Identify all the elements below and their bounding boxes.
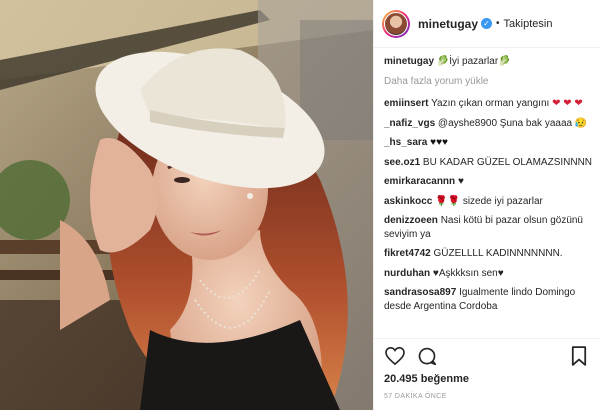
comment-item: denizzoeen Nasi kötü bi pazar olsun gözü… — [384, 214, 594, 241]
comment-text: ♥Aşkkksın sen♥ — [432, 267, 504, 279]
caption-author[interactable]: minetugay — [384, 56, 434, 67]
post-side-panel: minetugay ✓ • Takiptesin minetugay 🥬İyi … — [373, 0, 600, 410]
comment-user[interactable]: emiinsert — [384, 98, 428, 109]
avatar[interactable] — [382, 9, 410, 38]
comment-user[interactable]: fikret4742 — [384, 248, 431, 259]
comment-item: emiinsert Yazın çıkan orman yangını ❤ ❤ … — [384, 97, 594, 111]
action-bar — [374, 339, 600, 367]
comment-user[interactable]: _nafiz_vgs — [384, 118, 435, 129]
comment-text: Yazın çıkan orman yangını — [431, 98, 550, 109]
comment-item: _hs_sara ♥♥♥ — [384, 136, 594, 150]
comment-user[interactable]: _hs_sara — [384, 137, 427, 148]
comment-item: fikret4742 GÜZELLLL KADINNNNNNN. — [384, 247, 594, 261]
post-photo[interactable] — [0, 0, 373, 410]
comment-item: see.oz1 BU KADAR GÜZEL OLAMAZSINNNN — [384, 156, 594, 170]
comment-user[interactable]: denizzoeen — [384, 215, 438, 226]
comment-text: BU KADAR GÜZEL OLAMAZSINNNN — [422, 156, 593, 168]
comment-item: sandrasosa897 Igualmente lindo Domingo d… — [384, 286, 594, 313]
red-heart-emoji: ❤ ❤ ❤ — [552, 98, 583, 109]
comment-text: GÜZELLLL KADINNNNNNN. — [433, 248, 563, 259]
sad-face-emoji: 😥 — [574, 117, 588, 129]
post-timestamp: 57 DAKİKA ÖNCE — [384, 393, 447, 400]
leaf-emoji: 🥬 — [498, 56, 511, 67]
heart-outline-icon[interactable] — [384, 345, 406, 367]
follow-status-button[interactable]: Takiptesin — [504, 18, 553, 30]
comment-item: askinkocc 🌹🌹 sizede iyi pazarlar — [384, 195, 594, 209]
bookmark-icon[interactable] — [568, 345, 590, 367]
load-more-comments[interactable]: Daha fazla yorum yükle — [384, 75, 594, 89]
leaf-emoji: 🥬 — [436, 56, 450, 67]
post-footer: 20.495 beğenme 57 DAKİKA ÖNCE — [374, 338, 600, 410]
caption: minetugay 🥬İyi pazarlar🥬 — [384, 55, 594, 69]
caption-text: İyi pazarlar — [449, 56, 499, 67]
comment-text: ♥ — [457, 176, 464, 187]
comment-item: nurduhan ♥Aşkkksın sen♥ — [384, 267, 594, 281]
comment-list: minetugay 🥬İyi pazarlar🥬 Daha fazla yoru… — [384, 55, 594, 338]
verified-check-icon: ✓ — [481, 18, 493, 29]
comment-item: emirkaracannn ♥ — [384, 175, 594, 189]
comment-user[interactable]: askinkocc — [384, 196, 432, 207]
separator-dot: • — [496, 18, 500, 29]
post-header: minetugay ✓ • Takiptesin — [374, 0, 600, 48]
comment-user[interactable]: see.oz1 — [384, 157, 420, 168]
comment-user[interactable]: emirkaracannn — [384, 176, 455, 187]
comment-item: _nafiz_vgs @ayshe8900 Şuna bak yaaaa 😥 — [384, 117, 594, 131]
comment-bubble-icon[interactable] — [416, 345, 438, 367]
comment-user[interactable]: nurduhan — [384, 268, 430, 279]
comment-text: @ayshe8900 Şuna bak yaaaa — [437, 117, 573, 129]
black-heart-emoji: ♥♥♥ — [430, 137, 448, 148]
likes-count[interactable]: 20.495 beğenme — [374, 367, 600, 385]
comment-user[interactable]: sandrasosa897 — [384, 287, 456, 298]
author-username[interactable]: minetugay — [418, 17, 478, 31]
comment-text: 🌹🌹 sizede iyi pazarlar — [435, 195, 543, 207]
